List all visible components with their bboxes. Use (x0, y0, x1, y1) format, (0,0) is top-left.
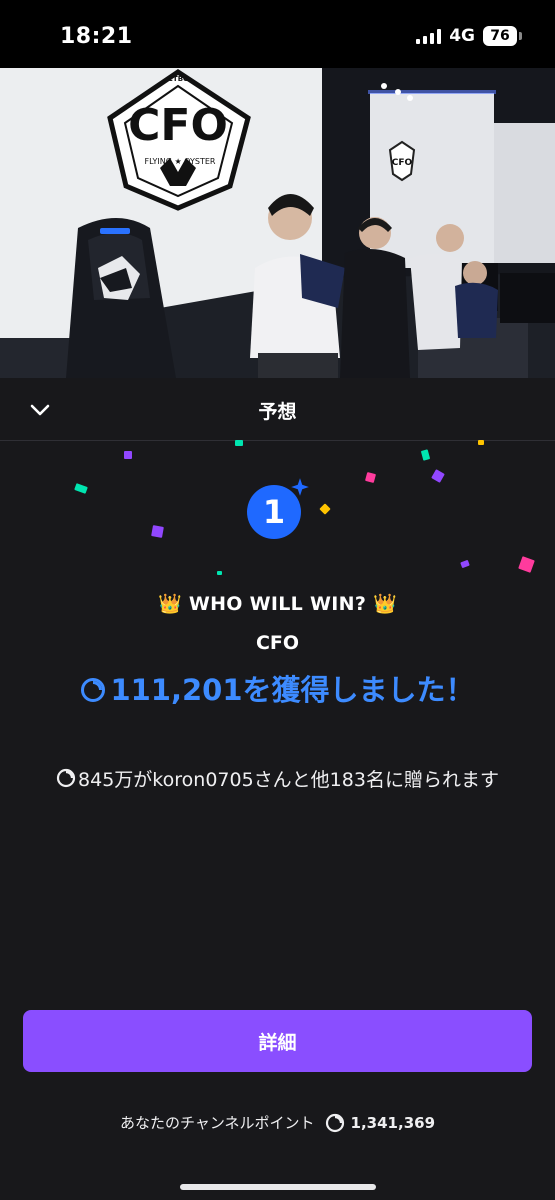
status-bar: 18:21 4G 76 (0, 0, 555, 68)
balance-amount: 1,341,369 (325, 1113, 435, 1133)
distribution-text: 845万がkoron0705さんと他183名に贈られます (78, 769, 499, 791)
logo-main-text: CFO (128, 100, 228, 151)
channel-points-balance: あなたのチャンネルポイント 1,341,369 (0, 1112, 555, 1133)
distribution-info: 845万がkoron0705さんと他183名に贈られます (40, 762, 515, 798)
balance-value: 1,341,369 (350, 1113, 436, 1132)
status-time: 18:21 (60, 24, 133, 49)
panel-header: 予想 (0, 378, 555, 441)
logo-top-text: CTBC (168, 75, 188, 83)
logo-bottom-text: FLYING ★ OYSTER (144, 157, 215, 166)
stream-frame: CTBC CFO FLYING ★ OYSTER CFO (0, 68, 555, 378)
rank-sparkle-icon (287, 474, 313, 500)
channel-points-icon (56, 768, 76, 788)
prediction-panel: 予想 1 👑 WHO WILL WIN? 👑 CFO 111,201を獲得しまし… (0, 378, 555, 1200)
video-player[interactable]: CTBC CFO FLYING ★ OYSTER CFO (0, 68, 555, 378)
points-won-text: 111,201を獲得しました！ (110, 673, 475, 707)
network-type: 4G (449, 26, 475, 46)
panel-title: 予想 (258, 401, 297, 423)
battery-icon: 76 (483, 26, 522, 46)
home-indicator[interactable] (180, 1184, 376, 1190)
status-indicators: 4G 76 (416, 25, 522, 47)
rank-number: 1 (262, 493, 286, 531)
winning-outcome: CFO (255, 632, 300, 654)
screen-logo-text: CFO (392, 158, 413, 168)
channel-points-icon (81, 678, 106, 702)
battery-level: 76 (490, 28, 510, 44)
cellular-signal-icon (416, 28, 442, 44)
details-button[interactable]: 詳細 (23, 1010, 532, 1072)
balance-label: あなたのチャンネルポイント (119, 1114, 315, 1132)
points-won: 111,201を獲得しました！ (60, 670, 495, 710)
prediction-question: 👑 WHO WILL WIN? 👑 (157, 593, 398, 615)
channel-points-icon (325, 1113, 344, 1132)
